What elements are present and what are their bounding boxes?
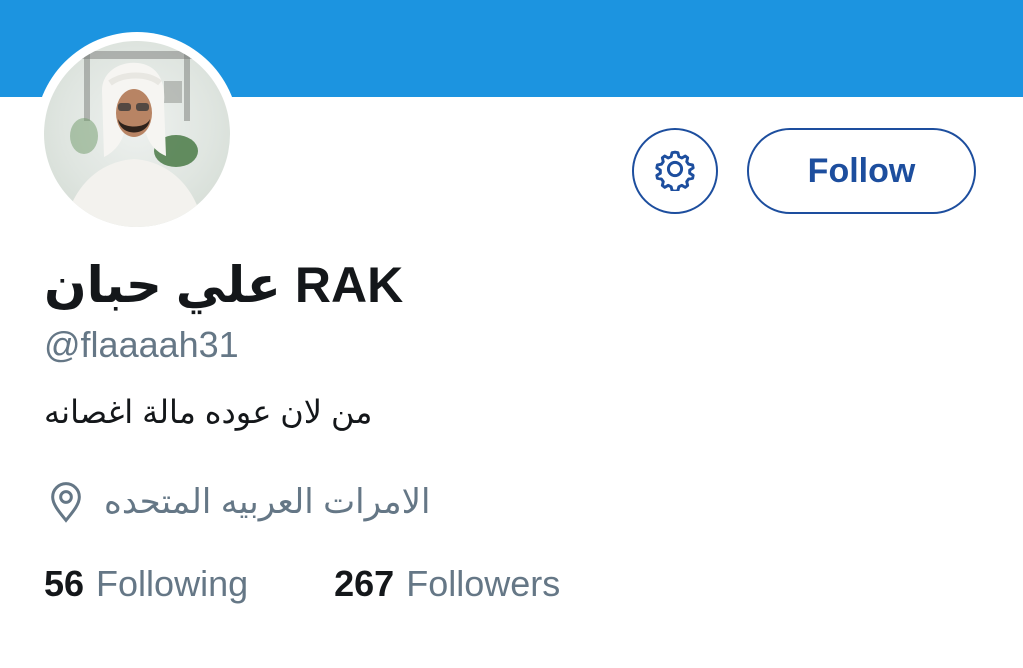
following-label: Following <box>96 563 249 604</box>
display-name-latin: RAK <box>294 257 404 313</box>
settings-button[interactable] <box>632 128 718 214</box>
profile-stats: 56 Following 267 Followers <box>44 560 560 608</box>
avatar-photo <box>64 51 204 227</box>
display-name: علي حبان RAK <box>44 252 403 318</box>
location: الامرات العربيه المتحده <box>46 476 430 528</box>
follow-button-label: Follow <box>807 151 916 190</box>
location-text: الامرات العربيه المتحده <box>104 483 431 521</box>
followers-label: Followers <box>406 563 561 604</box>
display-name-arabic: علي حبان <box>44 257 281 313</box>
user-handle: @flaaaah31 <box>44 324 239 365</box>
follow-button[interactable]: Follow <box>747 128 976 214</box>
profile-page: Follow علي حبان RAK @flaaaah31 من لان عو… <box>0 0 1023 668</box>
followers-stat[interactable]: 267 Followers <box>334 560 560 608</box>
following-count: 56 <box>44 563 85 604</box>
location-pin-icon <box>46 480 86 524</box>
followers-count: 267 <box>334 563 395 604</box>
following-stat[interactable]: 56 Following <box>44 560 248 608</box>
avatar[interactable] <box>44 41 230 227</box>
gear-icon <box>653 147 697 196</box>
user-bio: من لان عوده مالة اغصانه <box>44 394 373 430</box>
